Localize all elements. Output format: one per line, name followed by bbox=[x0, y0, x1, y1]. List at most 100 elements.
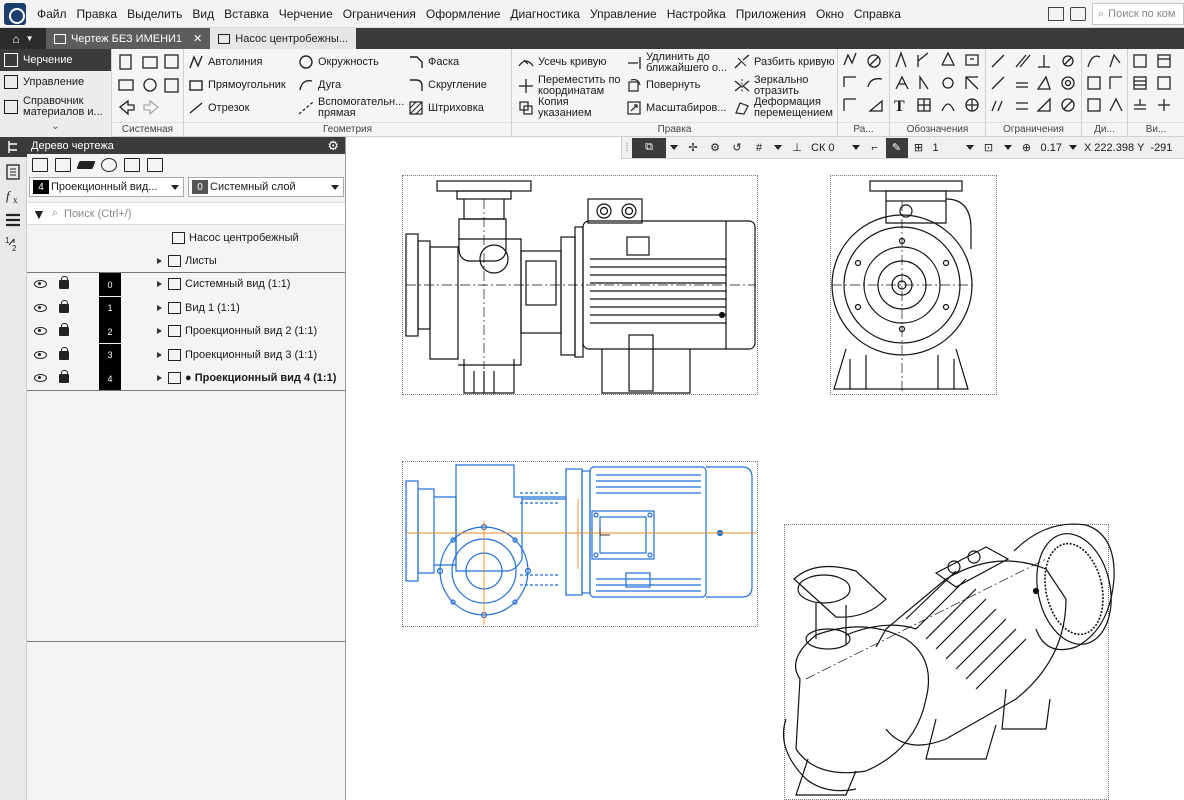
app-logo-icon[interactable] bbox=[4, 2, 26, 25]
tree-root-row[interactable]: Насос центробежный bbox=[27, 227, 345, 250]
zoom-icon[interactable]: ⊕ bbox=[1016, 138, 1038, 158]
sheets-expand-icon[interactable] bbox=[157, 258, 162, 264]
zoom-window-button[interactable]: ⊡ bbox=[978, 138, 1000, 158]
lock-icon[interactable] bbox=[59, 299, 69, 313]
visibility-eye-icon[interactable] bbox=[34, 303, 47, 312]
view-selector[interactable]: 4 Проекционный вид... bbox=[29, 177, 184, 197]
visibility-eye-icon[interactable] bbox=[34, 350, 47, 359]
menu-apps[interactable]: Приложения bbox=[731, 0, 811, 28]
circle-button[interactable]: Окружность bbox=[298, 54, 379, 70]
menu-diagnostics[interactable]: Диагностика bbox=[505, 0, 585, 28]
tree-view-icon[interactable] bbox=[32, 158, 48, 172]
mode-management[interactable]: Управление bbox=[0, 71, 111, 93]
menu-drawing[interactable]: Черчение bbox=[274, 0, 338, 28]
menu-view[interactable]: Вид bbox=[187, 0, 219, 28]
tree-row-view-0[interactable]: 0 Системный вид (1:1) bbox=[27, 273, 345, 297]
tab-close-icon[interactable]: ✕ bbox=[193, 32, 202, 45]
autoline-button[interactable]: Автолиния bbox=[188, 54, 262, 70]
snap-settings-button[interactable]: ⚙ bbox=[704, 138, 726, 158]
tree-row-view-4[interactable]: 4 ● Проекционный вид 4 (1:1) bbox=[27, 367, 345, 391]
menu-help[interactable]: Справка bbox=[849, 0, 906, 28]
menu-format[interactable]: Оформление bbox=[421, 0, 505, 28]
trim-curve-button[interactable]: Усечь кривую bbox=[518, 54, 606, 70]
current-layer-value[interactable]: 1 bbox=[930, 142, 962, 154]
move-by-coords-button[interactable]: Переместить по координатам bbox=[518, 75, 621, 97]
lock-icon[interactable] bbox=[59, 276, 69, 289]
variables-panel-toggle[interactable]: fx bbox=[4, 187, 22, 205]
rectangle-button[interactable]: Прямоугольник bbox=[188, 77, 286, 93]
cs-dropdown-icon[interactable] bbox=[851, 145, 860, 150]
home-dropdown-icon[interactable]: ▼ bbox=[26, 34, 34, 43]
lock-icon[interactable] bbox=[59, 370, 69, 383]
local-snap-button[interactable]: ✢ bbox=[682, 138, 704, 158]
tree-export-icon[interactable] bbox=[147, 158, 163, 172]
menu-constraints[interactable]: Ограничения bbox=[338, 0, 421, 28]
tree-structure-icon[interactable] bbox=[101, 158, 117, 172]
menu-manage[interactable]: Управление bbox=[585, 0, 662, 28]
zoom-value[interactable]: 0.17 bbox=[1038, 142, 1065, 154]
zoom-dropdown-icon[interactable] bbox=[1003, 145, 1012, 150]
fillet-button[interactable]: Скругление bbox=[408, 77, 487, 93]
rotate-button[interactable]: Повернуть bbox=[626, 77, 700, 93]
view-expand-icon[interactable] bbox=[157, 304, 162, 311]
menu-settings[interactable]: Настройка bbox=[662, 0, 731, 28]
menu-select[interactable]: Выделить bbox=[122, 0, 187, 28]
mirror-button[interactable]: Зеркально отразить bbox=[734, 75, 808, 97]
visibility-eye-icon[interactable] bbox=[34, 374, 47, 382]
tree-row-view-2[interactable]: 2 Проекционный вид 2 (1:1) bbox=[27, 320, 345, 344]
collapse-chevron-icon[interactable]: ⌄ bbox=[0, 121, 111, 132]
layers-panel-toggle[interactable] bbox=[4, 211, 22, 229]
grid-button[interactable]: # bbox=[748, 138, 770, 158]
snap-dropdown-icon[interactable] bbox=[670, 145, 678, 150]
snap-mode-button[interactable]: ⧉ bbox=[632, 137, 666, 158]
visibility-eye-icon[interactable] bbox=[34, 280, 47, 288]
filter-icon[interactable]: ▼ bbox=[32, 206, 46, 222]
segment-button[interactable]: Отрезок bbox=[188, 100, 249, 116]
menu-insert[interactable]: Вставка bbox=[219, 0, 274, 28]
hatch-button[interactable]: Штриховка bbox=[408, 100, 484, 116]
command-search-input[interactable]: ⌕ Поиск по ком bbox=[1092, 3, 1184, 25]
arc-button[interactable]: Дуга bbox=[298, 77, 341, 93]
gear-icon[interactable]: ⚙ bbox=[327, 138, 339, 154]
layer-dropdown-icon[interactable] bbox=[965, 145, 974, 150]
menu-edit[interactable]: Правка bbox=[72, 0, 123, 28]
window-layout-icon[interactable] bbox=[1048, 7, 1064, 21]
copy-by-pick-button[interactable]: Копия указанием bbox=[518, 97, 592, 119]
tab-drawing-untitled[interactable]: Чертеж БЕЗ ИМЕНИ1 ✕ bbox=[46, 28, 211, 49]
coordinate-system-icon[interactable]: ⊥ bbox=[786, 138, 808, 158]
aux-line-button[interactable]: Вспомогательн... прямая bbox=[298, 97, 404, 119]
snap-rotate-button[interactable]: ↺ bbox=[726, 138, 748, 158]
menu-window[interactable]: Окно bbox=[811, 0, 849, 28]
tree-image-icon[interactable] bbox=[124, 158, 140, 172]
order-panel-toggle[interactable]: 12 bbox=[4, 235, 22, 253]
visibility-eye-icon[interactable] bbox=[34, 327, 47, 335]
properties-panel-toggle[interactable] bbox=[4, 163, 22, 181]
layer-selector[interactable]: 0 Системный слой bbox=[188, 177, 344, 197]
chamfer-button[interactable]: Фаска bbox=[408, 54, 459, 70]
window-camera-icon[interactable] bbox=[1070, 7, 1086, 21]
coordinate-system-value[interactable]: СК 0 bbox=[808, 142, 838, 154]
tree-panel-toggle[interactable] bbox=[0, 137, 27, 157]
tab-pump-assembly[interactable]: Насос центробежны... bbox=[210, 28, 356, 49]
tree-row-view-1[interactable]: 1 Вид 1 (1:1) bbox=[27, 296, 345, 321]
tree-layer-icon[interactable] bbox=[76, 161, 96, 169]
menu-file[interactable]: Файл bbox=[32, 0, 72, 28]
scale-button[interactable]: Масштабиров... bbox=[626, 100, 726, 116]
deform-button[interactable]: Деформация перемещением bbox=[734, 97, 833, 119]
zoom-value-dropdown-icon[interactable] bbox=[1068, 145, 1077, 150]
tree-search-input[interactable]: ▼ ⌕ Поиск (Ctrl+/) bbox=[27, 202, 345, 225]
grid-dropdown-icon[interactable] bbox=[774, 145, 782, 150]
view-expand-icon[interactable] bbox=[157, 328, 162, 334]
parametric-mode-button[interactable]: ✎ bbox=[885, 137, 908, 158]
tree-sheets-row[interactable]: Листы bbox=[27, 250, 345, 273]
lock-icon[interactable] bbox=[59, 346, 69, 360]
mode-materials[interactable]: Справочник материалов и... bbox=[0, 93, 111, 121]
split-curve-button[interactable]: Разбить кривую bbox=[734, 54, 835, 70]
view-expand-icon[interactable] bbox=[157, 375, 162, 381]
lock-icon[interactable] bbox=[59, 323, 69, 336]
home-tab[interactable]: ⌂ ▼ bbox=[0, 28, 46, 49]
drawing-canvas[interactable] bbox=[346, 159, 1184, 800]
ortho-button[interactable]: ⌐ bbox=[864, 138, 886, 158]
tree-filter-icon[interactable] bbox=[55, 158, 71, 172]
view-expand-icon[interactable] bbox=[157, 281, 162, 287]
